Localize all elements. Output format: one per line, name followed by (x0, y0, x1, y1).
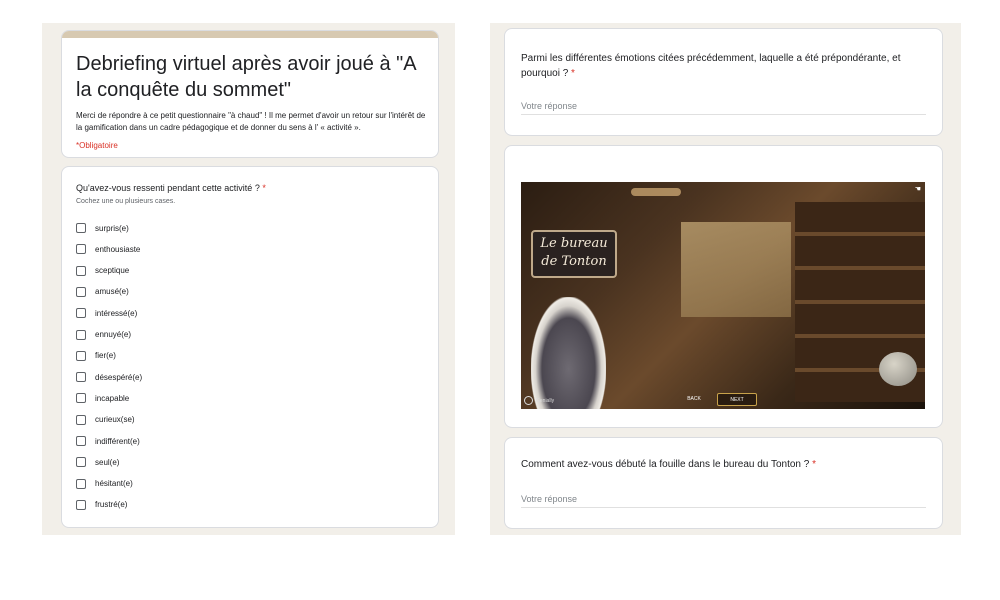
hand-cursor-icon: ☚ (914, 186, 921, 193)
checkbox-label: désespéré(e) (95, 372, 143, 382)
checkbox[interactable] (76, 265, 86, 276)
right-form-panel: Parmi les différentes émotions citées pr… (490, 23, 961, 535)
scene-sign: Le bureau de Tonton (531, 230, 617, 278)
checkbox[interactable] (76, 244, 86, 255)
checkbox-label: seul(e) (95, 457, 120, 467)
question-title: Qu'avez-vous ressenti pendant cette acti… (76, 183, 266, 193)
left-form-panel: Debriefing virtuel après avoir joué à "A… (42, 23, 455, 535)
checkbox[interactable] (76, 372, 86, 383)
form-description: Merci de répondre à ce petit questionnai… (76, 111, 426, 132)
genially-logo-icon (524, 396, 533, 405)
answer-input[interactable]: Votre réponse (521, 494, 926, 508)
checkbox[interactable] (76, 414, 86, 425)
checkbox-label: indifférent(e) (95, 436, 140, 446)
lamp (631, 188, 681, 196)
checkbox-label: hésitant(e) (95, 479, 133, 489)
image-card: Le bureau de Tonton BACK NEXT Genially ☚ (504, 145, 943, 428)
game-scene-image: Le bureau de Tonton BACK NEXT Genially ☚ (521, 182, 925, 409)
checkbox-option[interactable]: surpris(e) (76, 221, 129, 235)
checkbox-label: curieux(se) (95, 415, 135, 425)
checkbox-option[interactable]: frustré(e) (76, 498, 127, 512)
checkbox-option[interactable]: curieux(se) (76, 413, 135, 427)
checkbox[interactable] (76, 499, 86, 510)
stone-egg (879, 352, 917, 386)
checkbox-option[interactable]: fier(e) (76, 349, 116, 363)
required-star: * (262, 183, 266, 193)
checkbox[interactable] (76, 286, 86, 297)
checkbox[interactable] (76, 393, 86, 404)
checkbox-label: amusé(e) (95, 287, 129, 297)
checkbox-option[interactable]: intéressé(e) (76, 306, 137, 320)
question-title: Parmi les différentes émotions citées pr… (521, 53, 901, 79)
checkbox-option[interactable]: sceptique (76, 264, 129, 278)
sign-line-2: de Tonton (541, 254, 607, 269)
checkbox-label: intéressé(e) (95, 308, 138, 318)
next-button[interactable]: NEXT (717, 393, 757, 406)
checkbox[interactable] (76, 329, 86, 340)
checkbox-label: enthousiaste (95, 244, 141, 254)
checkbox-option[interactable]: indifférent(e) (76, 434, 140, 448)
checkbox[interactable] (76, 436, 86, 446)
genially-logo: Genially (524, 396, 554, 405)
required-star: * (812, 459, 817, 470)
checkbox[interactable] (76, 308, 86, 319)
question-help: Cochez une ou plusieurs cases. (76, 198, 176, 205)
checkbox-option[interactable]: enthousiaste (76, 242, 140, 256)
checkbox[interactable] (76, 223, 86, 233)
question-title: Comment avez-vous débuté la fouille dans… (521, 459, 817, 470)
checkbox-option[interactable]: amusé(e) (76, 285, 129, 299)
checkbox-label: incapable (95, 393, 130, 403)
checkbox[interactable] (76, 457, 86, 468)
checkbox-label: ennuyé(e) (95, 330, 132, 339)
question-card-predominant-emotion: Parmi les différentes émotions citées pr… (504, 28, 943, 136)
question-card-search-start: Comment avez-vous débuté la fouille dans… (504, 437, 943, 529)
answer-input[interactable]: Votre réponse (521, 101, 926, 115)
checkbox-option[interactable]: ennuyé(e) (76, 328, 131, 342)
required-star: * (571, 68, 575, 79)
checkbox-label: sceptique (95, 266, 130, 276)
checkbox[interactable] (76, 478, 86, 489)
form-header-card: Debriefing virtuel après avoir joué à "A… (61, 30, 439, 158)
geode (531, 297, 606, 409)
checkbox-option[interactable]: désespéré(e) (76, 370, 142, 384)
sign-line-1: Le bureau (540, 236, 608, 251)
back-button[interactable]: BACK (681, 393, 707, 404)
required-note: *Obligatoire (76, 141, 118, 150)
checkbox-label: fier(e) (95, 351, 116, 361)
checkbox-option[interactable]: hésitant(e) (76, 477, 133, 491)
wall-map (681, 222, 791, 317)
question-card-emotions: Qu'avez-vous ressenti pendant cette acti… (61, 166, 439, 528)
checkbox-option[interactable]: seul(e) (76, 455, 119, 469)
checkbox-label: frustré(e) (95, 500, 128, 510)
header-accent-bar (62, 31, 438, 38)
checkbox[interactable] (76, 350, 86, 361)
checkbox-option[interactable]: incapable (76, 391, 129, 405)
checkbox-label: surpris(e) (95, 223, 129, 233)
form-title: Debriefing virtuel après avoir joué à "A… (76, 53, 416, 101)
